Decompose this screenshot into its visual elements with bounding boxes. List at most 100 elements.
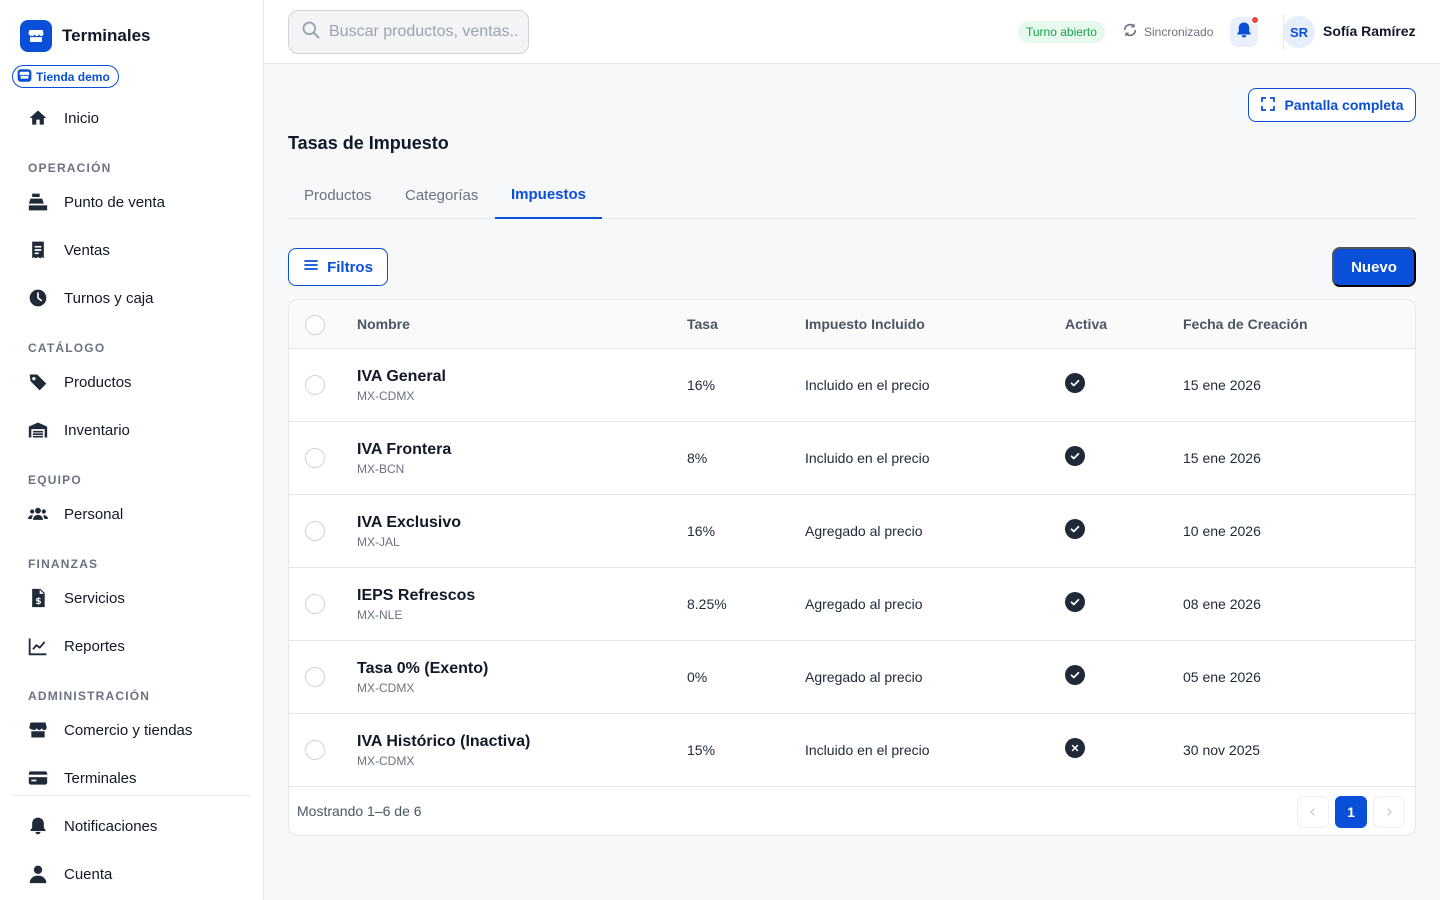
expand-icon	[1260, 96, 1276, 115]
warehouse-icon	[28, 420, 48, 440]
receipt-icon	[28, 240, 48, 260]
filters-label: Filtros	[327, 258, 373, 276]
table-header: Nombre Tasa Impuesto Incluido Activa Fec…	[289, 300, 1415, 349]
column-header-fecha[interactable]: Fecha de Creación	[1183, 316, 1308, 332]
section-catalogo: CATÁLOGO	[28, 341, 106, 355]
search-bar[interactable]	[288, 10, 529, 54]
tax-included: Incluido en el precio	[805, 377, 930, 393]
tax-included: Incluido en el precio	[805, 450, 930, 466]
created-date: 05 ene 2026	[1183, 669, 1261, 685]
new-button[interactable]: Nuevo	[1332, 247, 1416, 287]
notifications-button[interactable]	[1230, 16, 1259, 47]
nav-productos[interactable]: Productos	[28, 370, 132, 394]
next-page-button[interactable]	[1373, 796, 1405, 828]
row-checkbox[interactable]	[305, 521, 325, 541]
nav-turnos-y-caja[interactable]: Turnos y caja	[28, 286, 153, 310]
shift-status-badge: Turno abierto	[1018, 21, 1105, 43]
home-icon	[28, 108, 48, 128]
store-name: Tienda demo	[36, 69, 110, 84]
tax-region-code: MX-JAL	[357, 535, 400, 549]
tab-categorias[interactable]: Categorías	[389, 172, 494, 218]
sync-label: Sincronizado	[1144, 24, 1214, 39]
check-circle-icon	[1065, 373, 1085, 393]
tax-rate: 16%	[687, 377, 716, 393]
prev-page-button[interactable]	[1297, 796, 1329, 828]
tax-rate: 15%	[687, 742, 716, 758]
tax-name[interactable]: IVA Frontera	[357, 441, 451, 459]
table-row[interactable]: IVA General MX-CDMX 16% Incluido en el prec…	[289, 349, 1415, 422]
nav-personal[interactable]: Personal	[28, 502, 123, 526]
filters-button[interactable]: Filtros	[288, 248, 388, 286]
nav-inicio[interactable]: Inicio	[28, 106, 99, 130]
tax-name[interactable]: IEPS Refrescos	[357, 587, 475, 605]
column-header-activa[interactable]: Activa	[1065, 316, 1107, 332]
tax-included: Agregado al precio	[805, 669, 923, 685]
created-date: 15 ene 2026	[1183, 377, 1261, 393]
user-icon	[28, 864, 48, 884]
tax-rate: 0%	[687, 669, 708, 685]
select-all-checkbox[interactable]	[305, 315, 325, 335]
chevron-right-icon	[1384, 804, 1394, 820]
tax-rate: 16%	[687, 523, 716, 539]
nav-label: Reportes	[64, 637, 125, 655]
nav-ventas[interactable]: Ventas	[28, 238, 110, 262]
row-checkbox[interactable]	[305, 667, 325, 687]
tab-productos[interactable]: Productos	[288, 172, 388, 218]
nav-label: Inicio	[64, 109, 100, 127]
tab-impuestos[interactable]: Impuestos	[495, 172, 603, 219]
table-row[interactable]: IEPS Refrescos MX-NLE 8.25% Agregado al pre…	[289, 568, 1415, 641]
tax-included: Agregado al precio	[805, 596, 923, 612]
row-checkbox[interactable]	[305, 448, 325, 468]
nav-punto-de-venta[interactable]: Punto de venta	[28, 190, 165, 214]
tag-icon	[28, 372, 48, 392]
column-header-nombre[interactable]: Nombre	[357, 316, 410, 332]
store-selector[interactable]: Tienda demo	[12, 65, 119, 88]
row-checkbox[interactable]	[305, 594, 325, 614]
section-operacion: OPERACIÓN	[28, 161, 112, 175]
table-row[interactable]: IVA Exclusivo MX-JAL 16% Agregado al precio…	[289, 495, 1415, 568]
sync-status: Sincronizado	[1122, 22, 1213, 41]
column-header-impuesto-incluido[interactable]: Impuesto Incluido	[805, 316, 925, 332]
user-name[interactable]: Sofía Ramírez	[1323, 23, 1416, 39]
brand[interactable]: Terminales	[20, 20, 151, 52]
table-row[interactable]: IVA Frontera MX-BCN 8% Incluido en el preci…	[289, 422, 1415, 495]
tax-name[interactable]: IVA General	[357, 368, 446, 386]
tax-name[interactable]: IVA Histórico (Inactiva)	[357, 733, 530, 751]
sync-icon	[1122, 22, 1138, 41]
avatar[interactable]: SR	[1283, 16, 1315, 48]
fullscreen-button[interactable]: Pantalla completa	[1248, 88, 1416, 122]
tax-name[interactable]: IVA Exclusivo	[357, 514, 461, 532]
users-icon	[28, 504, 48, 524]
table-row[interactable]: Tasa 0% (Exento) MX-CDMX 0% Agregado al pre…	[289, 641, 1415, 714]
nav-cuenta[interactable]: Cuenta	[28, 862, 112, 886]
tax-region-code: MX-CDMX	[357, 681, 415, 695]
nav-notificaciones[interactable]: Notificaciones	[28, 814, 157, 838]
row-checkbox[interactable]	[305, 375, 325, 395]
nav-label: Notificaciones	[64, 817, 158, 835]
tax-region-code: MX-NLE	[357, 608, 403, 622]
nav-reportes[interactable]: Reportes	[28, 634, 125, 658]
nav-label: Comercio y tiendas	[64, 721, 193, 739]
store-logo-icon	[20, 20, 52, 52]
nav-comercio-y-tiendas[interactable]: Comercio y tiendas	[28, 718, 192, 742]
table-row[interactable]: IVA Histórico (Inactiva) MX-CDMX 15% Inclui…	[289, 714, 1415, 787]
search-input[interactable]	[329, 23, 519, 41]
tax-region-code: MX-BCN	[357, 462, 405, 476]
store-icon	[17, 68, 32, 86]
created-date: 08 ene 2026	[1183, 596, 1261, 612]
nav-label: Turnos y caja	[64, 289, 154, 307]
nav-terminales[interactable]: Terminales	[28, 766, 137, 790]
nav-label: Inventario	[64, 421, 130, 439]
tax-rate: 8.25%	[687, 596, 727, 612]
tax-included: Agregado al precio	[805, 523, 923, 539]
nav-inventario[interactable]: Inventario	[28, 418, 130, 442]
section-finanzas: FINANZAS	[28, 557, 99, 571]
nav-servicios[interactable]: $ Servicios	[28, 586, 125, 610]
row-checkbox[interactable]	[305, 740, 325, 760]
page-button-current[interactable]: 1	[1335, 796, 1367, 828]
tax-name[interactable]: Tasa 0% (Exento)	[357, 660, 488, 678]
svg-text:$: $	[35, 596, 41, 607]
column-header-tasa[interactable]: Tasa	[687, 316, 718, 332]
nav-label: Punto de venta	[64, 193, 165, 211]
nav-label: Personal	[64, 505, 124, 523]
